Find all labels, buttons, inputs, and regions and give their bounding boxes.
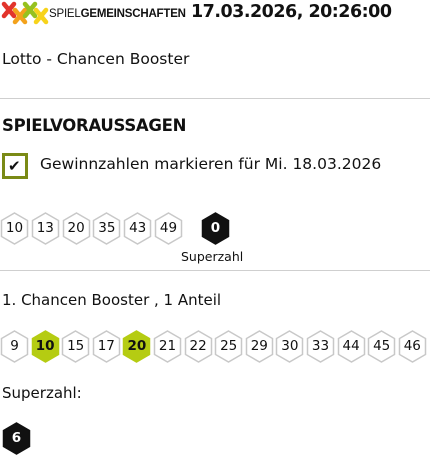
ball-number: 21 bbox=[158, 338, 177, 354]
ball-number: 49 bbox=[159, 220, 178, 236]
ball-number: 20 bbox=[67, 220, 85, 236]
ball-number: 45 bbox=[373, 338, 391, 354]
mark-winning-label: Gewinnzahlen markieren für Mi. 18.03.202… bbox=[40, 155, 382, 173]
ball-number: 20 bbox=[127, 338, 147, 354]
ball-number: 43 bbox=[129, 220, 147, 236]
timestamp: 17.03.2026, 20:26:00 bbox=[191, 2, 392, 22]
drawn-number-ball: 35 bbox=[92, 212, 121, 245]
drawn-number-ball: 13 bbox=[31, 212, 60, 245]
tip-number-ball: 45 bbox=[367, 330, 396, 363]
ball-number: 10 bbox=[5, 220, 24, 236]
drawn-superzahl-label: Superzahl bbox=[181, 249, 244, 264]
tip-number-ball: 9 bbox=[0, 330, 29, 363]
logo-text-light: SPIEL bbox=[49, 8, 81, 20]
logo-text-bold: GEMEINSCHAFTEN bbox=[80, 8, 186, 20]
divider bbox=[0, 270, 430, 271]
ball-number: 22 bbox=[189, 338, 207, 354]
ball-number: 33 bbox=[311, 338, 330, 354]
mark-winning-numbers-toggle[interactable]: ✔ Gewinnzahlen markieren für Mi. 18.03.2… bbox=[2, 153, 422, 181]
tip-number-ball: 33 bbox=[306, 330, 335, 363]
section-title: SPIELVORAUSSAGEN bbox=[2, 116, 187, 135]
tip-superzahl-ball: 6 bbox=[2, 422, 31, 455]
tip-number-ball: 46 bbox=[398, 330, 427, 363]
ball-number: 30 bbox=[281, 338, 299, 354]
ball-number: 44 bbox=[342, 338, 360, 354]
tip-number-ball: 22 bbox=[184, 330, 213, 363]
booster-title: 1. Chancen Booster , 1 Anteil bbox=[2, 291, 222, 309]
tip-number-ball: 21 bbox=[153, 330, 182, 363]
game-title: Lotto - Chancen Booster bbox=[2, 50, 190, 68]
drawn-number-ball: 10 bbox=[0, 212, 29, 245]
ball-number: 13 bbox=[36, 220, 54, 236]
tip-number-ball: 20 bbox=[122, 330, 151, 363]
ball-number: 46 bbox=[403, 338, 421, 354]
divider bbox=[0, 98, 430, 99]
logo-mark-icon bbox=[1, 1, 49, 25]
drawn-superzahl-ball: 0 bbox=[201, 212, 230, 245]
mark-winning-checkbox[interactable]: ✔ bbox=[2, 153, 28, 179]
page: SPIELGEMEINSCHAFTEN 17.03.2026, 20:26:00… bbox=[0, 0, 430, 459]
ball-number: 25 bbox=[220, 338, 238, 354]
tip-superzahl-label: Superzahl: bbox=[2, 384, 82, 402]
ball-number: 0 bbox=[210, 220, 221, 236]
drawn-number-ball: 49 bbox=[154, 212, 183, 245]
ball-number: 29 bbox=[250, 338, 268, 354]
tip-number-ball: 17 bbox=[92, 330, 121, 363]
checkmark-icon: ✔ bbox=[8, 157, 21, 175]
ball-number: 35 bbox=[98, 220, 116, 236]
tip-number-ball: 44 bbox=[337, 330, 366, 363]
ball-number: 15 bbox=[67, 338, 85, 354]
header: SPIELGEMEINSCHAFTEN 17.03.2026, 20:26:00 bbox=[0, 0, 430, 30]
drawn-number-ball: 43 bbox=[123, 212, 152, 245]
ball-number: 17 bbox=[97, 338, 115, 354]
spielgemeinschaften-logo[interactable]: SPIELGEMEINSCHAFTEN bbox=[1, 1, 186, 25]
ball-number: 6 bbox=[11, 430, 22, 446]
tip-number-ball: 30 bbox=[275, 330, 304, 363]
ball-number: 10 bbox=[35, 338, 55, 354]
tip-number-ball: 10 bbox=[31, 330, 60, 363]
tip-number-ball: 15 bbox=[61, 330, 90, 363]
ball-number: 9 bbox=[10, 338, 19, 354]
tip-number-ball: 25 bbox=[214, 330, 243, 363]
tip-number-ball: 29 bbox=[245, 330, 274, 363]
drawn-number-ball: 20 bbox=[62, 212, 91, 245]
logo-wordmark: SPIELGEMEINSCHAFTEN bbox=[49, 8, 186, 20]
